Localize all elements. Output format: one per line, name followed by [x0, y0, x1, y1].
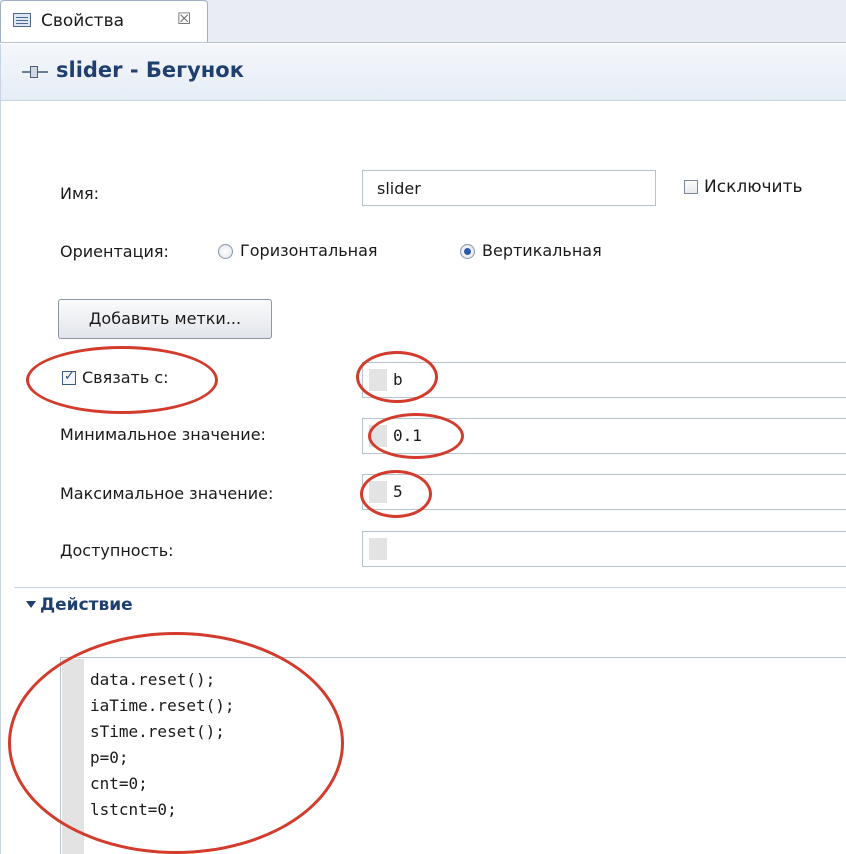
page-title: slider - Бегунок [56, 58, 244, 82]
annotation-circle-max [360, 470, 432, 518]
section-title-action[interactable]: Действие [40, 595, 133, 615]
annotation-circle-code [8, 632, 344, 854]
properties-icon [13, 13, 31, 27]
orientation-label: Ориентация: [60, 242, 169, 261]
slider-icon [22, 66, 48, 78]
add-marks-button-label: Добавить метки... [88, 309, 242, 328]
section-divider [14, 587, 846, 588]
name-label: Имя: [60, 184, 100, 203]
orientation-vertical-label: Вертикальная [482, 241, 602, 260]
orientation-horizontal-label: Горизонтальная [240, 241, 378, 260]
exclude-label: Исключить [704, 177, 803, 197]
field-type-marker [369, 538, 387, 560]
min-label: Минимальное значение: [60, 425, 266, 444]
annotation-circle-min [368, 413, 464, 459]
close-icon[interactable]: ☒ [177, 9, 191, 28]
max-field[interactable]: 5 [362, 474, 846, 510]
tab-properties[interactable]: Свойства ☒ [0, 0, 208, 42]
annotation-circle-bind-value [356, 351, 438, 403]
name-input-value: slider [377, 179, 421, 198]
annotation-circle-bind [26, 346, 218, 414]
exclude-checkbox[interactable] [684, 180, 698, 194]
tab-properties-label: Свойства [41, 11, 125, 31]
name-input[interactable]: slider [362, 170, 656, 206]
enabled-label: Доступность: [60, 541, 174, 560]
add-marks-button[interactable]: Добавить метки... [58, 299, 272, 339]
max-label: Максимальное значение: [60, 484, 274, 503]
orientation-vertical-radio[interactable] [460, 244, 475, 259]
orientation-horizontal-radio[interactable] [218, 244, 233, 259]
panel-border [0, 44, 1, 854]
collapse-arrow-icon[interactable] [26, 601, 36, 608]
enabled-field[interactable] [362, 531, 846, 567]
